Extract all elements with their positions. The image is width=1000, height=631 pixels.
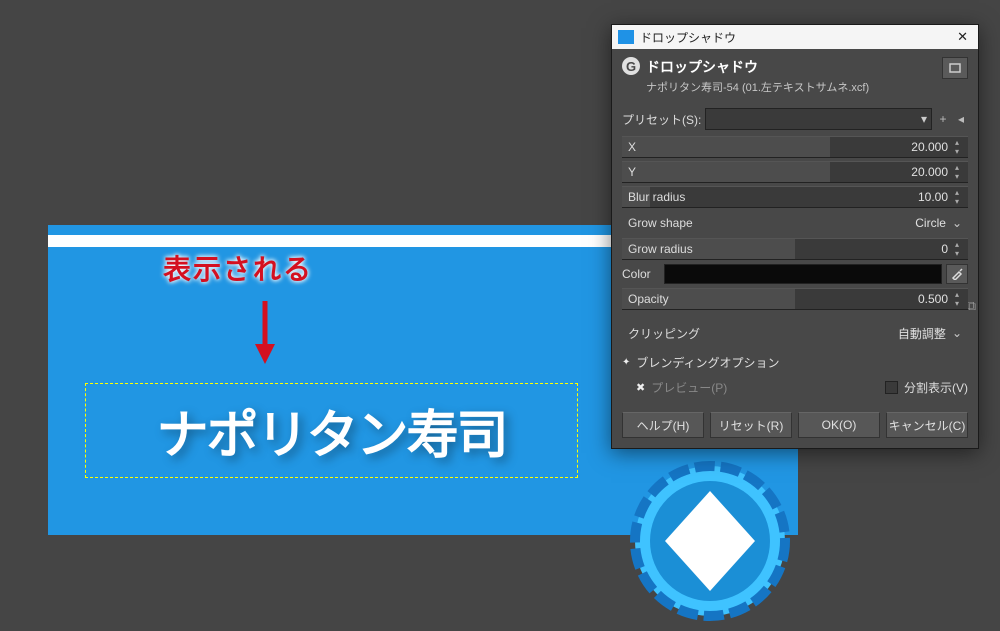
- blending-expand[interactable]: ✦ ブレンディングオプション: [612, 348, 978, 377]
- grow-radius-spinner[interactable]: ▴▾: [952, 241, 962, 258]
- logo-globe: [625, 456, 795, 626]
- preview-label: プレビュー(P): [651, 379, 727, 396]
- opacity-slider[interactable]: Opacity 0.500 ▴▾: [622, 288, 968, 310]
- chevron-down-icon: ▾: [921, 112, 927, 126]
- y-spinner[interactable]: ▴▾: [952, 164, 962, 181]
- x-slider[interactable]: X 20.000 ▴▾: [622, 136, 968, 158]
- color-row: Color: [622, 263, 968, 285]
- chevron-down-icon: ⌄: [952, 216, 962, 230]
- chevron-down-icon: ⌄: [952, 326, 962, 340]
- close-icon[interactable]: ✕: [953, 27, 972, 47]
- split-label: 分割表示(V): [904, 379, 968, 396]
- split-checkbox[interactable]: [885, 381, 898, 394]
- app-icon: [618, 30, 634, 44]
- button-row: ヘルプ(H) リセット(R) OK(O) キャンセル(C): [612, 406, 978, 448]
- preset-label: プリセット(S):: [622, 111, 701, 128]
- preset-row: プリセット(S): ▾ + ◂: [612, 108, 978, 130]
- window-title: ドロップシャドウ: [640, 29, 953, 46]
- dialog-titlebar[interactable]: ドロップシャドウ ✕: [612, 25, 978, 49]
- blur-slider[interactable]: Blur radius 10.00 ▴▾: [622, 186, 968, 208]
- preset-add-button[interactable]: +: [936, 112, 950, 126]
- text-layer-content: ナポリタン寿司: [156, 393, 506, 468]
- preview-checkbox[interactable]: ✖: [636, 381, 645, 394]
- link-xy-icon[interactable]: ⧉: [967, 298, 976, 314]
- reset-button[interactable]: リセット(R): [710, 412, 792, 438]
- filter-subtitle: ナポリタン寿司-54 (01.左テキストサムネ.xcf): [646, 79, 942, 95]
- preset-menu-button[interactable]: ◂: [954, 112, 968, 126]
- cancel-button[interactable]: キャンセル(C): [886, 412, 968, 438]
- expand-plus-icon: ✦: [622, 357, 630, 368]
- help-button[interactable]: ヘルプ(H): [622, 412, 704, 438]
- y-slider[interactable]: Y 20.000 ▴▾: [622, 161, 968, 183]
- color-picker-button[interactable]: [946, 264, 968, 284]
- clipping-dropdown[interactable]: クリッピング 自動調整 ⌄: [622, 321, 968, 345]
- grow-radius-slider[interactable]: Grow radius 0 ▴▾: [622, 238, 968, 260]
- annotation-arrow-icon: [253, 296, 277, 366]
- reload-button[interactable]: [942, 57, 968, 79]
- grow-shape-dropdown[interactable]: Grow shape Circle ⌄: [622, 211, 968, 235]
- preset-dropdown[interactable]: ▾: [705, 108, 932, 130]
- drop-shadow-dialog: ドロップシャドウ ✕ G ドロップシャドウ ナポリタン寿司-54 (01.左テキ…: [611, 24, 979, 449]
- annotation-label: 表示される: [163, 248, 313, 288]
- color-swatch[interactable]: [664, 264, 942, 284]
- ok-button[interactable]: OK(O): [798, 412, 880, 438]
- gimp-icon: G: [622, 57, 640, 75]
- filter-title: ドロップシャドウ: [646, 57, 942, 77]
- text-layer-selection[interactable]: ナポリタン寿司: [85, 383, 578, 478]
- x-spinner[interactable]: ▴▾: [952, 139, 962, 156]
- dialog-header: G ドロップシャドウ ナポリタン寿司-54 (01.左テキストサムネ.xcf): [612, 49, 978, 103]
- opacity-spinner[interactable]: ▴▾: [952, 291, 962, 308]
- blur-spinner[interactable]: ▴▾: [952, 189, 962, 206]
